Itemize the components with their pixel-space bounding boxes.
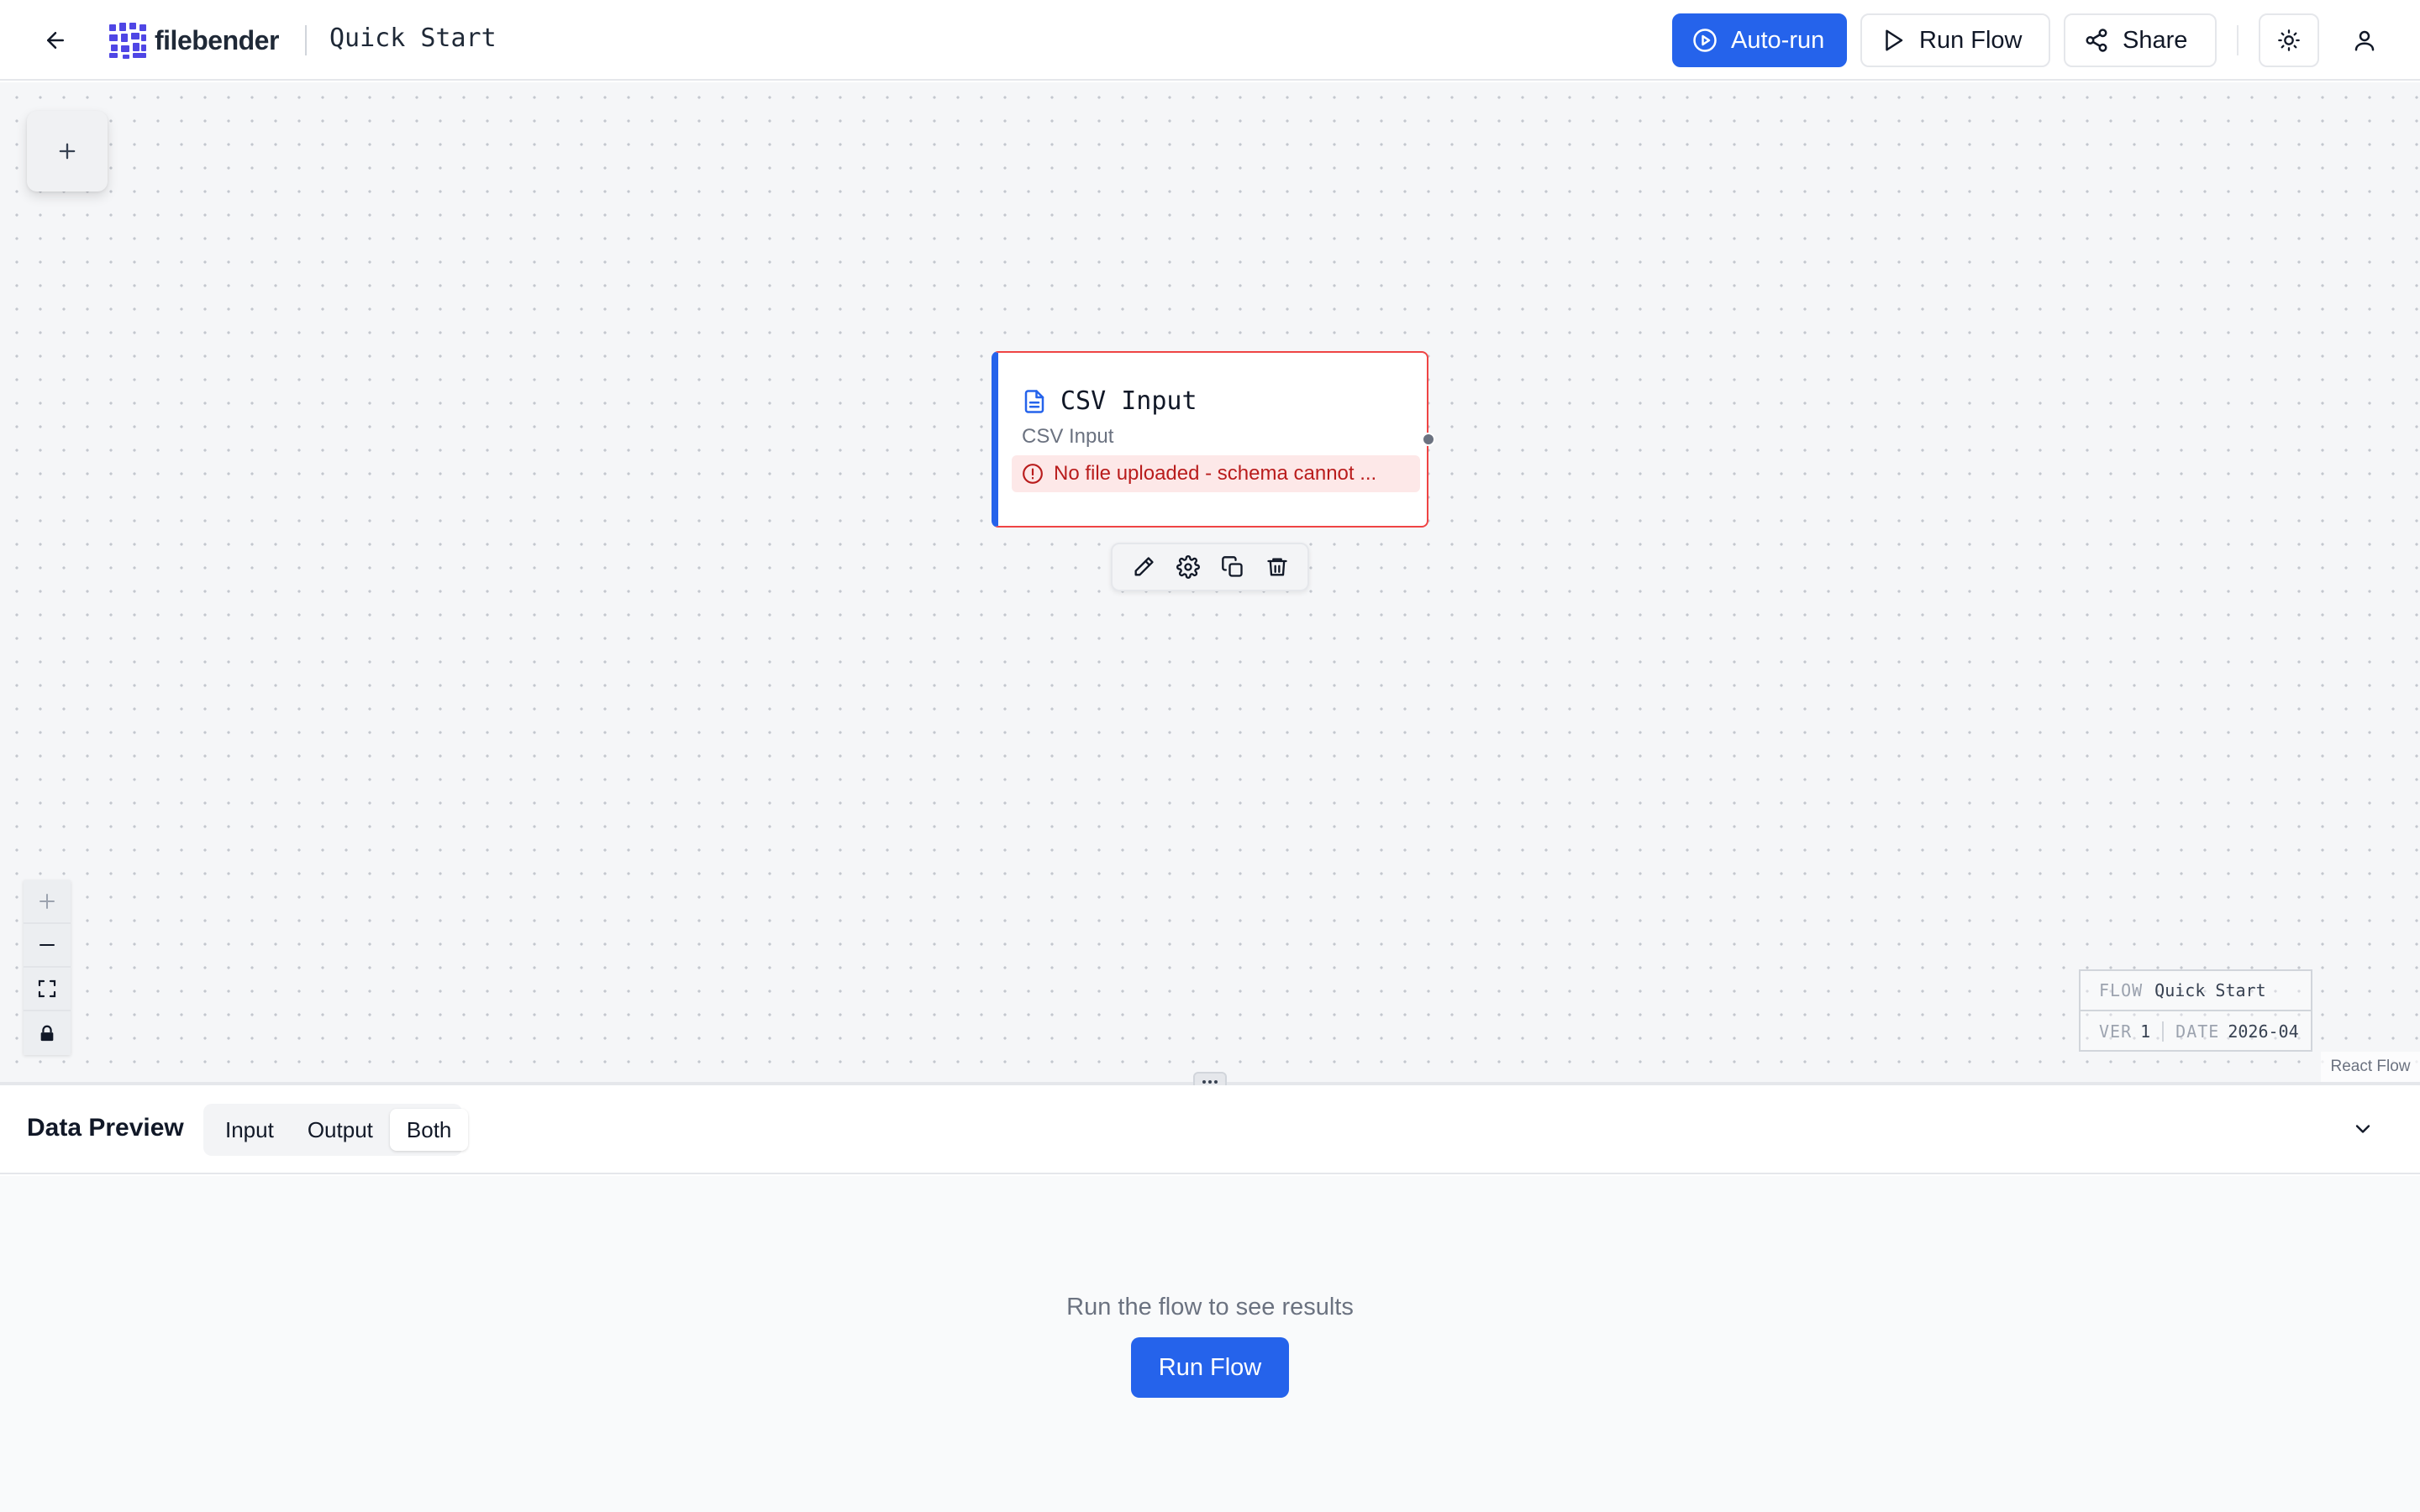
- chevron-down-icon: [2355, 1125, 2370, 1133]
- share-label: Share: [2123, 26, 2188, 54]
- csv-input-node[interactable]: CSV Input CSV Input No file uploaded - s…: [992, 351, 1428, 528]
- node-header: CSV Input: [1022, 386, 1197, 416]
- plus-icon: [59, 143, 76, 160]
- gear-icon: [1176, 555, 1200, 579]
- preview-mode-toggle: Input Output Both: [203, 1104, 469, 1156]
- node-subtitle: CSV Input: [1022, 425, 1114, 448]
- empty-state-run-button[interactable]: Run Flow: [1131, 1337, 1289, 1398]
- flow-canvas[interactable]: CSV Input CSV Input No file uploaded - s…: [0, 82, 2420, 1084]
- autorun-button[interactable]: Auto-run: [1672, 13, 1847, 67]
- copy-icon: [1221, 556, 1243, 577]
- user-icon: [2354, 30, 2375, 51]
- pencil-icon: [1134, 557, 1154, 576]
- lock-button[interactable]: [24, 1011, 71, 1055]
- ver-value: 1: [2140, 1021, 2151, 1042]
- sun-icon: [2278, 29, 2300, 51]
- trash-icon: [1266, 558, 1287, 576]
- play-circle-icon: [1693, 29, 1717, 52]
- data-preview-body: Run the flow to see results Run Flow: [0, 1176, 2420, 1512]
- fit-view-icon: [38, 979, 56, 998]
- logo-icon: [109, 23, 146, 59]
- tab-both[interactable]: Both: [389, 1109, 469, 1151]
- zoom-out-button[interactable]: [24, 924, 71, 968]
- tab-output[interactable]: Output: [291, 1109, 390, 1151]
- run-flow-label: Run Flow: [1919, 26, 2023, 54]
- grip-icon: [1202, 1080, 1218, 1084]
- flow-info-block: FLOW Quick Start VER 1 DATE 2026-04: [2079, 969, 2312, 1052]
- node-toolbar: [1111, 543, 1309, 591]
- react-flow-attribution[interactable]: React Flow: [2321, 1052, 2420, 1082]
- fit-view-button[interactable]: [24, 968, 71, 1011]
- node-output-handle[interactable]: [1422, 433, 1435, 446]
- header-separator: [2237, 25, 2238, 55]
- lock-icon: [40, 1025, 54, 1042]
- flow-title[interactable]: Quick Start: [329, 24, 497, 53]
- duplicate-node-button[interactable]: [1214, 549, 1251, 585]
- play-icon: [1886, 29, 1903, 51]
- edit-node-button[interactable]: [1125, 549, 1162, 585]
- node-settings-button[interactable]: [1170, 549, 1207, 585]
- data-preview-header: Data Preview Input Output Both: [0, 1085, 2420, 1174]
- ver-key: VER: [2099, 1021, 2133, 1042]
- share-icon: [2086, 29, 2107, 52]
- file-text-icon: [1024, 389, 1044, 413]
- minus-icon: [39, 944, 55, 946]
- tab-input[interactable]: Input: [208, 1109, 291, 1151]
- info-separator: [2162, 1021, 2165, 1042]
- alert-circle-icon: [1023, 464, 1043, 484]
- app-name: filebender: [155, 24, 279, 55]
- app-logo[interactable]: filebender: [108, 18, 279, 62]
- zoom-in-button[interactable]: [24, 880, 71, 924]
- flow-key: FLOW: [2099, 980, 2144, 1000]
- node-error-message: No file uploaded - schema cannot ...: [1012, 455, 1420, 492]
- node-error-text: No file uploaded - schema cannot ...: [1054, 462, 1377, 485]
- zoom-controls: [24, 880, 71, 1055]
- data-preview-title: Data Preview: [27, 1114, 184, 1142]
- date-key: DATE: [2175, 1021, 2220, 1042]
- date-value: 2026-04: [2228, 1021, 2299, 1042]
- add-node-button[interactable]: [27, 111, 108, 192]
- run-flow-button[interactable]: Run Flow: [1860, 13, 2050, 67]
- top-bar: filebender Quick Start Auto-run Run Flow…: [0, 0, 2420, 81]
- delete-node-button[interactable]: [1259, 549, 1296, 585]
- header-divider: [305, 25, 307, 55]
- flow-info-row: FLOW Quick Start: [2081, 971, 2311, 1011]
- arrow-left-icon: [47, 32, 64, 49]
- plus-icon: [39, 894, 55, 909]
- collapse-preview-button[interactable]: [2341, 1107, 2385, 1151]
- flow-value: Quick Start: [2154, 980, 2266, 1000]
- empty-state-message: Run the flow to see results: [1066, 1294, 1354, 1320]
- share-button[interactable]: Share: [2064, 13, 2217, 67]
- user-menu-button[interactable]: [2341, 17, 2388, 64]
- autorun-label: Auto-run: [1731, 26, 1825, 54]
- theme-toggle-button[interactable]: [2259, 13, 2319, 67]
- node-title: CSV Input: [1060, 386, 1197, 416]
- version-info-row: VER 1 DATE 2026-04: [2081, 1011, 2311, 1052]
- back-button[interactable]: [37, 22, 74, 59]
